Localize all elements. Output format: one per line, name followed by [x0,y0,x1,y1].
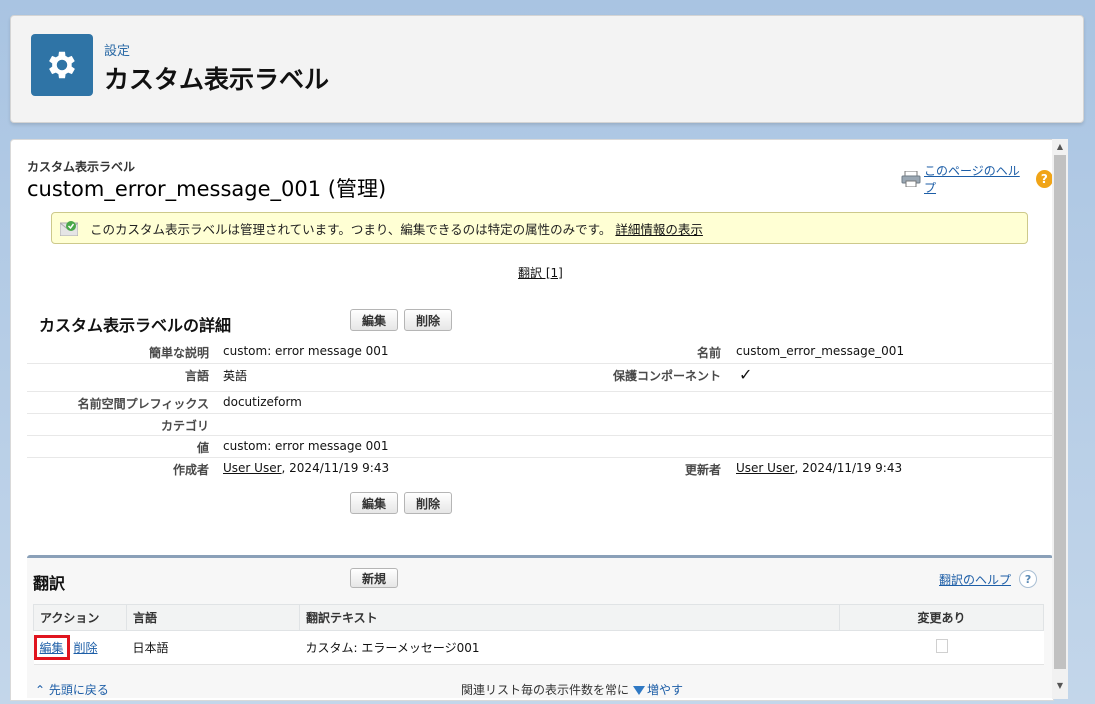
triangle-down-icon [633,686,646,695]
setup-header: 設定 カスタム表示ラベル [10,15,1084,123]
detail-row-desc: 簡単な説明 custom: error message 001 名前 custo… [27,340,1053,364]
page-footer: ⌃ 先頭に戻る 関連リスト毎の表示件数を常に 増やす [11,676,1053,700]
col-changed: 変更あり [839,604,1044,631]
row-translation-text: カスタム: エラーメッセージ001 [299,630,840,665]
detail-section-title: カスタム表示ラベルの詳細 [39,316,232,335]
created-by-value: User User, 2024/11/19 9:43 [223,461,389,475]
page-title: custom_error_message_001 (管理) [27,177,387,201]
translation-anchor-link[interactable]: 翻訳 [1] [518,264,563,281]
detail-row-audit: 作成者 User User, 2024/11/19 9:43 更新者 User … [27,457,1053,481]
protected-check-icon: ✓ [739,365,753,384]
page-header-title: カスタム表示ラベル [104,65,330,94]
page-help-link[interactable]: このページのヘルプ [924,162,1027,196]
created-by-user-link[interactable]: User User [223,461,282,475]
back-to-top-link[interactable]: ⌃ 先頭に戻る [35,681,109,698]
main-panel: カスタム表示ラベル custom_error_message_001 (管理) … [10,139,1054,701]
increase-link[interactable]: 増やす [647,683,683,697]
row-delete-link[interactable]: 削除 [74,641,98,655]
translations-help: 翻訳のヘルプ ? [939,570,1038,588]
row-language: 日本語 [126,630,300,665]
edit-button-bottom[interactable]: 編集 [350,492,398,514]
value-label: 値 [196,441,209,455]
col-action: アクション [33,604,127,631]
created-by-date: , 2024/11/19 9:43 [281,461,390,475]
chevron-up-icon: ⌃ [35,683,46,697]
modified-by-value: User User, 2024/11/19 9:43 [736,461,902,475]
language-label: 言語 [184,369,209,383]
language-value: 英語 [223,369,248,383]
translations-help-link[interactable]: 翻訳のヘルプ [939,571,1011,588]
detail-row-value: 値 custom: error message 001 [27,435,1053,458]
page-help: このページのヘルプ ? [901,162,1053,196]
help-question-icon[interactable]: ? [1019,570,1038,588]
created-by-label: 作成者 [172,463,209,477]
help-question-icon[interactable]: ? [1035,170,1053,188]
detail-row-lang: 言語 英語 保護コンポーネント ✓ [27,363,1053,392]
translations-table: アクション 言語 翻訳テキスト 変更あり 編集 削除 日本語 カスタム: エラーメ… [33,604,1044,665]
related-size-text: 関連リスト毎の表示件数を常に [461,683,630,697]
col-translation-text: 翻訳テキスト [299,604,840,631]
col-language: 言語 [126,604,300,631]
related-list-size: 関連リスト毎の表示件数を常に 増やす [461,681,683,698]
changed-checkbox [935,639,948,653]
namespace-label: 名前空間プレフィックス [77,397,209,411]
check-mail-icon [59,220,79,237]
gear-icon [31,34,93,96]
namespace-value: docutizeform [223,395,302,409]
details-link[interactable]: 詳細情報の表示 [615,219,703,238]
table-row: 編集 削除 日本語 カスタム: エラーメッセージ001 [33,630,1044,665]
vertical-scrollbar[interactable]: ▲ ▼ [1052,139,1068,699]
name-label: 名前 [696,346,721,360]
printer-icon[interactable] [901,170,921,188]
detail-row-namespace: 名前空間プレフィックス docutizeform [27,391,1053,414]
modified-by-label: 更新者 [684,463,721,477]
breadcrumb[interactable]: 設定 [104,40,130,59]
short-desc-value: custom: error message 001 [223,344,389,358]
translations-title: 翻訳 [33,574,66,593]
managed-info-banner: このカスタム表示ラベルは管理されています。つまり、編集できるのは特定の属性のみで… [51,212,1028,244]
edit-button[interactable]: 編集 [350,309,398,331]
row-edit-link[interactable]: 編集 [33,635,70,660]
detail-row-category: カテゴリ [27,413,1053,436]
short-desc-label: 簡単な説明 [148,346,209,360]
scroll-thumb[interactable] [1054,155,1066,669]
scroll-up-icon[interactable]: ▲ [1052,139,1068,155]
scroll-down-icon[interactable]: ▼ [1052,678,1068,694]
category-label: カテゴリ [160,419,209,433]
name-value: custom_error_message_001 [736,344,905,358]
back-to-top-label: 先頭に戻る [48,683,109,697]
new-translation-button[interactable]: 新規 [350,568,398,588]
modified-by-date: , 2024/11/19 9:43 [794,461,903,475]
info-message: このカスタム表示ラベルは管理されています。つまり、編集できるのは特定の属性のみで… [90,221,612,237]
protected-label: 保護コンポーネント [612,369,721,383]
value-value: custom: error message 001 [223,439,389,453]
delete-button-bottom[interactable]: 削除 [404,492,452,514]
modified-by-user-link[interactable]: User User [736,461,795,475]
delete-button[interactable]: 削除 [404,309,452,331]
